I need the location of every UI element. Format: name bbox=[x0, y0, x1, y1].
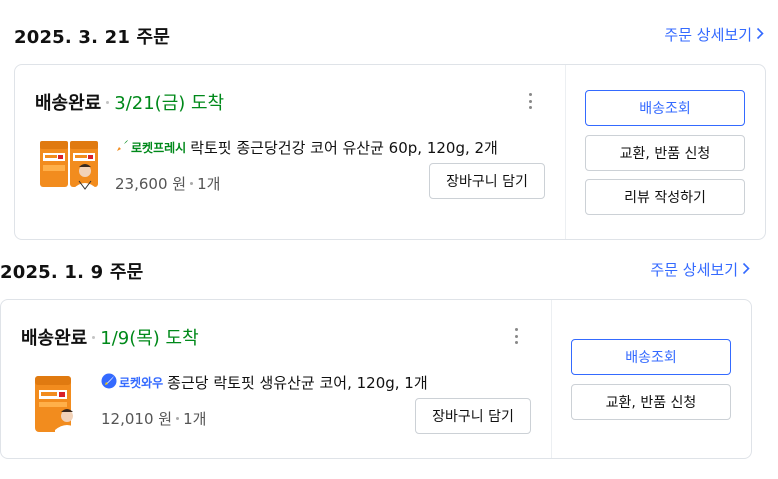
order-detail-link[interactable]: 주문 상세보기 bbox=[664, 24, 764, 45]
rocket-wow-icon bbox=[101, 373, 117, 392]
add-to-cart-button[interactable]: 장바구니 담기 bbox=[429, 163, 545, 199]
order-card: 배송완료 1/9(목) 도착 로켓와우 종근당 락토핏 생유산균 코어, 120… bbox=[0, 299, 752, 459]
product-image[interactable] bbox=[39, 137, 103, 201]
rocket-fresh-badge: 로켓프레시 bbox=[115, 139, 186, 156]
product-name[interactable]: 락토핏 종근당건강 코어 유산균 60p, 120g, 2개 bbox=[190, 137, 498, 158]
delivery-status: 배송완료 bbox=[35, 93, 102, 114]
separator-dot bbox=[92, 336, 96, 339]
order-date: 2025. 1. 9 주문 bbox=[0, 262, 144, 283]
card-divider bbox=[551, 300, 552, 458]
quantity: 1개 bbox=[197, 175, 221, 193]
price-info: 23,600 원 1개 bbox=[115, 173, 220, 194]
more-vertical-icon[interactable] bbox=[508, 326, 524, 346]
order-detail-label: 주문 상세보기 bbox=[650, 261, 738, 279]
track-delivery-button[interactable]: 배송조회 bbox=[585, 90, 745, 126]
arrival-date: 3/21(금) 도착 bbox=[114, 93, 225, 114]
badge-label: 로켓프레시 bbox=[131, 141, 187, 155]
rocket-fresh-icon bbox=[115, 139, 129, 156]
add-to-cart-button[interactable]: 장바구니 담기 bbox=[415, 398, 531, 434]
delivery-status-row: 배송완료 3/21(금) 도착 bbox=[35, 89, 224, 115]
price-info: 12,010 원 1개 bbox=[101, 408, 206, 429]
product-image[interactable] bbox=[27, 372, 91, 436]
chevron-right-icon bbox=[756, 26, 764, 44]
separator-dot bbox=[106, 101, 110, 104]
more-vertical-icon[interactable] bbox=[522, 91, 538, 111]
delivery-status: 배송완료 bbox=[21, 328, 88, 349]
product-info: 로켓와우 종근당 락토핏 생유산균 코어, 120g, 1개 bbox=[101, 372, 428, 393]
order-detail-link[interactable]: 주문 상세보기 bbox=[650, 259, 750, 280]
product-name[interactable]: 종근당 락토핏 생유산균 코어, 120g, 1개 bbox=[167, 372, 427, 393]
separator-dot bbox=[190, 182, 194, 185]
order-card: 배송완료 3/21(금) 도착 로켓프레시 락토핏 종근당건강 코어 유산균 6… bbox=[14, 64, 766, 240]
order-detail-label: 주문 상세보기 bbox=[664, 26, 752, 44]
badge-label: 로켓와우 bbox=[119, 376, 164, 390]
chevron-right-icon bbox=[742, 261, 750, 279]
separator-dot bbox=[176, 417, 180, 420]
exchange-return-button[interactable]: 교환, 반품 신청 bbox=[585, 135, 745, 171]
price: 23,600 원 bbox=[115, 175, 187, 193]
track-delivery-button[interactable]: 배송조회 bbox=[571, 339, 731, 375]
delivery-status-row: 배송완료 1/9(목) 도착 bbox=[21, 324, 199, 350]
price: 12,010 원 bbox=[101, 410, 173, 428]
product-info: 로켓프레시 락토핏 종근당건강 코어 유산균 60p, 120g, 2개 bbox=[115, 137, 498, 158]
arrival-date: 1/9(목) 도착 bbox=[100, 328, 199, 349]
card-divider bbox=[565, 65, 566, 239]
quantity: 1개 bbox=[183, 410, 207, 428]
rocket-wow-badge: 로켓와우 bbox=[101, 373, 163, 392]
exchange-return-button[interactable]: 교환, 반품 신청 bbox=[571, 384, 731, 420]
order-date: 2025. 3. 21 주문 bbox=[14, 27, 171, 48]
write-review-button[interactable]: 리뷰 작성하기 bbox=[585, 179, 745, 215]
